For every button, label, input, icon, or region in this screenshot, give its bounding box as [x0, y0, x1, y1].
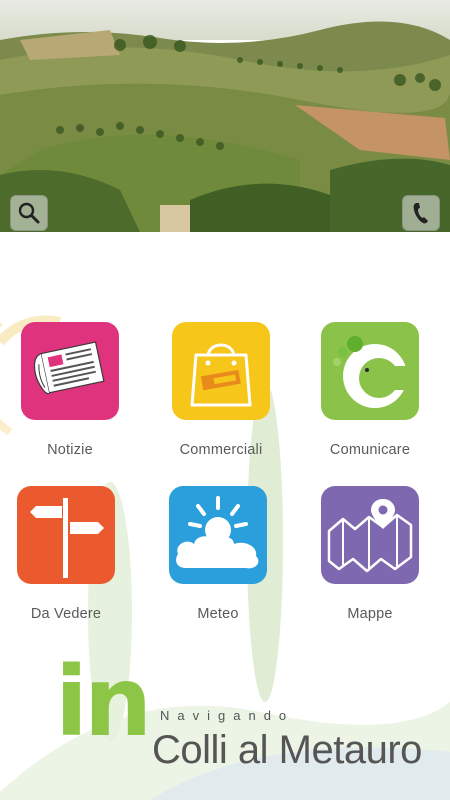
- tile-meteo-bg: [169, 486, 267, 584]
- header-photo: [0, 0, 450, 232]
- tile-notizie-bg: [21, 322, 119, 420]
- tile-comunicare-bg: [321, 322, 419, 420]
- tile-meteo[interactable]: Meteo: [158, 486, 278, 622]
- tile-da-vedere-label: Da Vedere: [30, 606, 102, 622]
- tile-comunicare-label: Comunicare: [329, 442, 411, 458]
- chat-c-icon: [333, 336, 413, 408]
- magnifier-icon: [18, 202, 40, 224]
- phone-handset-icon: [413, 203, 428, 224]
- newspaper-icon: [33, 341, 105, 395]
- tile-meteo-label: Meteo: [197, 606, 239, 622]
- tile-notizie[interactable]: Notizie: [10, 322, 130, 458]
- shopping-bag-icon: [190, 343, 252, 407]
- brand-logo: in Navigando Colli al Metauro: [0, 654, 450, 800]
- tile-comunicare[interactable]: Comunicare: [310, 322, 430, 458]
- tile-da-vedere-bg: [17, 486, 115, 584]
- tile-mappe[interactable]: Mappe: [310, 486, 430, 622]
- brand-town: Colli al Metauro: [152, 728, 422, 772]
- tile-da-vedere[interactable]: Da Vedere: [6, 486, 126, 622]
- tile-commerciali-label: Commerciali: [179, 442, 263, 458]
- tile-commerciali-bg: [172, 322, 270, 420]
- tile-commerciali[interactable]: Commerciali: [161, 322, 281, 458]
- signpost-icon: [30, 498, 104, 578]
- map-pin-icon: [327, 499, 413, 573]
- tile-mappe-bg: [321, 486, 419, 584]
- search-button[interactable]: [10, 195, 48, 231]
- brand-subtitle: Navigando: [160, 708, 295, 723]
- sun-cloud-icon: [176, 496, 259, 569]
- call-button[interactable]: [402, 195, 440, 231]
- brand-prefix: in: [55, 646, 152, 758]
- tile-mappe-label: Mappe: [347, 606, 393, 622]
- tile-notizie-label: Notizie: [47, 442, 93, 458]
